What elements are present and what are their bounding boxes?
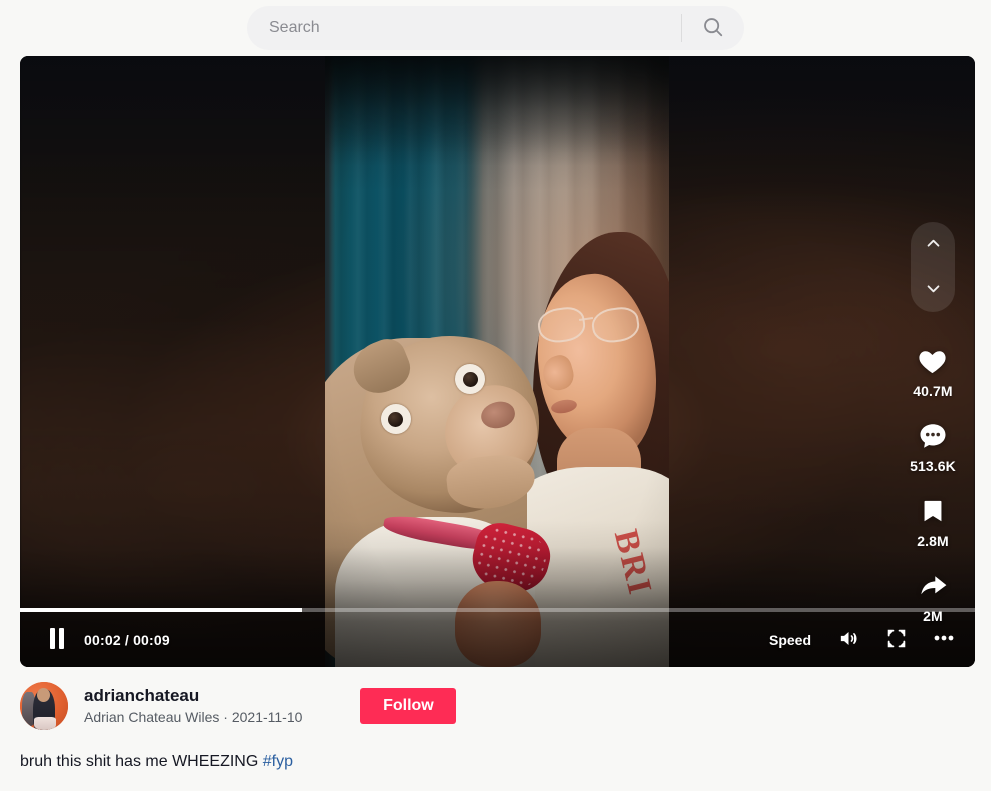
player-controls-right: Speed <box>767 627 957 653</box>
like-button[interactable]: 40.7M <box>913 342 953 399</box>
volume-button[interactable] <box>835 627 861 653</box>
author-text: adrianchateau Adrian Chateau Wiles · 202… <box>84 685 302 727</box>
like-count: 40.7M <box>913 383 953 399</box>
comment-button[interactable]: 513.6K <box>910 417 956 474</box>
fullscreen-button[interactable] <box>883 627 909 653</box>
caption-text: bruh this shit has me WHEEZING <box>20 753 263 770</box>
next-video-button[interactable] <box>911 267 955 312</box>
hashtag-fyp[interactable]: #fyp <box>263 753 293 770</box>
heart-icon <box>914 342 952 380</box>
favorite-count: 2.8M <box>917 533 949 549</box>
follow-button[interactable]: Follow <box>360 688 457 724</box>
music-row[interactable] <box>20 783 975 791</box>
search-input[interactable] <box>269 6 681 50</box>
video-navigation-pill[interactable] <box>911 222 955 312</box>
search-icon <box>702 16 724 41</box>
comment-count: 513.6K <box>910 458 956 474</box>
post-caption: bruh this shit has me WHEEZING #fyp <box>20 751 975 773</box>
bookmark-icon <box>914 492 952 530</box>
more-options-icon <box>932 626 956 653</box>
avatar[interactable] <box>20 682 68 730</box>
avatar-head <box>37 688 50 702</box>
player-controls: 00:02 / 00:09 Speed <box>20 612 975 667</box>
action-rail: 40.7M 513.6K 2.8M 2M <box>907 222 959 642</box>
play-pause-button[interactable] <box>44 627 70 653</box>
post-info: adrianchateau Adrian Chateau Wiles · 202… <box>20 675 975 791</box>
volume-on-icon <box>837 627 860 653</box>
avatar-skirt <box>34 717 56 730</box>
search-submit-button[interactable] <box>682 6 744 50</box>
previous-video-button[interactable] <box>911 222 955 267</box>
more-options-button[interactable] <box>931 627 957 653</box>
speed-button[interactable]: Speed <box>767 628 813 652</box>
search-bar[interactable] <box>247 6 744 50</box>
video-frame[interactable]: BRI <box>325 56 669 667</box>
share-arrow-icon <box>914 567 952 605</box>
author-row: adrianchateau Adrian Chateau Wiles · 202… <box>20 675 975 737</box>
comment-icon <box>914 417 952 455</box>
time-display: 00:02 / 00:09 <box>84 631 170 648</box>
author-meta: Adrian Chateau Wiles · 2021-11-10 <box>84 709 303 725</box>
chevron-down-icon <box>925 280 942 300</box>
pause-icon <box>48 627 66 652</box>
fullscreen-icon <box>886 628 907 652</box>
top-header <box>0 0 991 56</box>
video-vignette <box>325 56 669 667</box>
video-player[interactable]: BRI <box>20 56 975 667</box>
favorite-button[interactable]: 2.8M <box>914 492 952 549</box>
chevron-up-icon <box>925 235 942 255</box>
author-username[interactable]: adrianchateau <box>84 685 302 707</box>
